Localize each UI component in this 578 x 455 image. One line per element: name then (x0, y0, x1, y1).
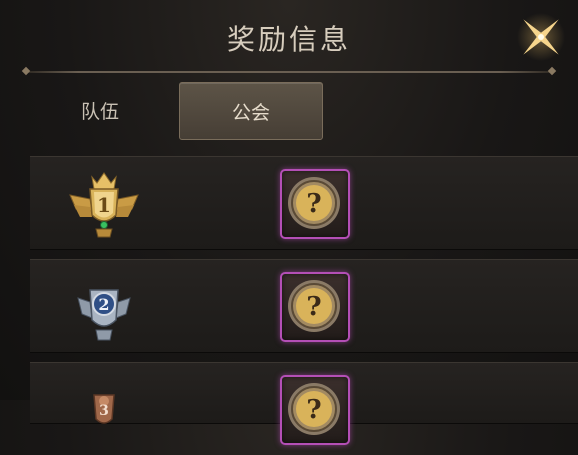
rank-3-numeral: 3 (99, 403, 109, 419)
reward-question-mark: ? (306, 189, 321, 219)
header-divider (26, 71, 552, 73)
rank-2-numeral: 2 (98, 295, 109, 314)
reward-row-rank-1: 1 ? (30, 156, 578, 250)
reward-slot[interactable]: ? (280, 375, 350, 445)
tab-team[interactable]: 队伍 (40, 82, 160, 138)
close-icon[interactable] (512, 8, 570, 66)
reward-row-rank-3: 3 ? (30, 362, 578, 445)
reward-slot[interactable]: ? (280, 272, 350, 342)
reward-question-mark: ? (306, 292, 321, 322)
tab-bar: 队伍 公会 (0, 80, 578, 140)
mystery-reward-icon: ? (288, 177, 340, 229)
reward-row-rank-2: 2 ? (30, 259, 578, 353)
tab-guild[interactable]: 公会 (179, 82, 323, 140)
bronze-trophy-icon: 3 (64, 371, 144, 451)
mystery-reward-icon: ? (288, 383, 340, 435)
reward-slot[interactable]: ? (280, 169, 350, 239)
silver-trophy-icon: 2 (64, 268, 144, 348)
rank-1-numeral: 1 (97, 193, 111, 217)
mystery-reward-icon: ? (288, 280, 340, 332)
gold-trophy-icon: 1 (64, 165, 144, 245)
reward-info-header: 奖励信息 (0, 0, 578, 73)
page-title: 奖励信息 (226, 23, 351, 56)
